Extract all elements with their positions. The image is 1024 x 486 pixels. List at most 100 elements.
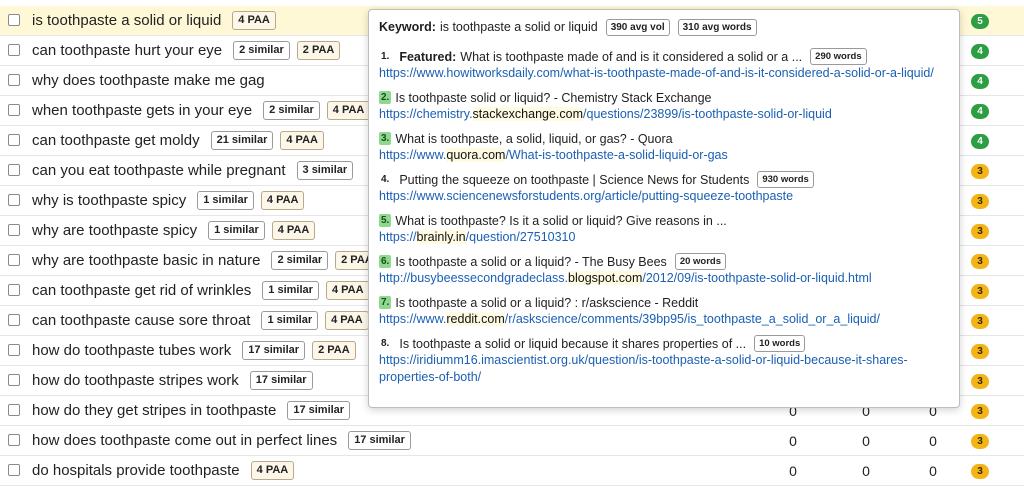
result-title-line: 8. Is toothpaste a solid or liquid becaus…	[379, 335, 949, 352]
paa-badge[interactable]: 4 PAA	[326, 101, 371, 120]
keyword-text[interactable]: can toothpaste cause sore throat	[32, 312, 250, 329]
keyword-text[interactable]: why are toothpaste spicy	[32, 222, 197, 239]
url-prefix: https://www.howitworksdaily.com/what-is-…	[379, 66, 934, 80]
similar-badge[interactable]: 21 similar	[210, 131, 274, 150]
difficulty-score-badge: 4	[971, 44, 989, 59]
row-checkbox[interactable]	[8, 164, 20, 176]
paa-badge[interactable]: 4 PAA	[325, 281, 370, 300]
keyword-text[interactable]: can toothpaste get rid of wrinkles	[32, 282, 251, 299]
keyword-cell: why is toothpaste spicy 1 similar 4 PAA	[32, 186, 305, 215]
similar-badge[interactable]: 3 similar	[296, 161, 354, 180]
url-prefix: https://	[379, 230, 417, 244]
url-prefix: https://www.	[379, 148, 447, 162]
similar-badge[interactable]: 1 similar	[197, 191, 254, 210]
paa-badge[interactable]: 2 PAA	[312, 341, 356, 360]
row-checkbox[interactable]	[8, 284, 20, 296]
popup-keyword: is toothpaste a solid or liquid	[439, 20, 598, 34]
result-title-line: 4. Putting the squeeze on toothpaste | Sc…	[379, 171, 949, 188]
similar-badge[interactable]: 2 similar	[233, 41, 290, 60]
result-rank: 3.	[379, 132, 392, 145]
result-title: Is toothpaste a solid or a liquid? - The…	[395, 254, 667, 269]
similar-badge[interactable]: 17 similar	[348, 431, 411, 450]
row-checkbox[interactable]	[8, 194, 20, 206]
row-checkbox[interactable]	[8, 134, 20, 146]
keyword-text[interactable]: why does toothpaste make me gag	[32, 72, 265, 89]
result-url-link[interactable]: https://chemistry.stackexchange.com/ques…	[379, 106, 949, 123]
result-title: Is toothpaste a solid or a liquid? : r/a…	[395, 295, 699, 310]
result-url-link[interactable]: https://brainly.in/question/27510310	[379, 229, 949, 246]
similar-badge[interactable]: 17 similar	[287, 401, 351, 420]
result-url-link[interactable]: https://www.quora.com/What-is-toothpaste…	[379, 147, 949, 164]
paa-badge[interactable]: 4 PAA	[250, 461, 295, 480]
keyword-text[interactable]: why is toothpaste spicy	[32, 192, 186, 209]
paa-badge[interactable]: 4 PAA	[280, 131, 324, 150]
metric-value: 0	[929, 433, 937, 449]
result-title-line: 2. Is toothpaste solid or liquid? - Chemi…	[379, 89, 949, 106]
keyword-text[interactable]: can you eat toothpaste while pregnant	[32, 162, 286, 179]
keyword-text[interactable]: do hospitals provide toothpaste	[32, 462, 240, 479]
metric-value: 0	[929, 463, 937, 479]
keyword-cell: how does toothpaste come out in perfect …	[32, 426, 411, 455]
difficulty-score-badge: 3	[971, 194, 989, 209]
keyword-text[interactable]: how do toothpaste stripes work	[32, 372, 239, 389]
paa-badge[interactable]: 4 PAA	[260, 191, 305, 210]
difficulty-score-badge: 4	[971, 74, 989, 89]
row-checkbox[interactable]	[8, 14, 20, 26]
keyword-text[interactable]: is toothpaste a solid or liquid	[32, 12, 221, 29]
similar-badge[interactable]: 1 similar	[262, 281, 319, 300]
keyword-text[interactable]: can toothpaste get moldy	[32, 132, 200, 149]
result-url-link[interactable]: https://www.howitworksdaily.com/what-is-…	[379, 65, 949, 82]
keyword-row[interactable]: do hospitals provide toothpaste 4 PAA 0 0 0 3	[0, 456, 1024, 486]
keyword-text[interactable]: how do they get stripes in toothpaste	[32, 402, 276, 419]
similar-badge[interactable]: 1 similar	[208, 221, 265, 240]
paa-badge[interactable]: 2 PAA	[296, 41, 341, 60]
keyword-text[interactable]: how do toothpaste tubes work	[32, 342, 231, 359]
keyword-cell: do hospitals provide toothpaste 4 PAA	[32, 456, 295, 485]
url-prefix: https://chemistry.	[379, 107, 473, 121]
row-checkbox[interactable]	[8, 254, 20, 266]
row-checkbox[interactable]	[8, 374, 20, 386]
row-checkbox[interactable]	[8, 464, 20, 476]
row-checkbox[interactable]	[8, 74, 20, 86]
result-url-link[interactable]: http://busybeessecondgradeclass.blogspot…	[379, 270, 949, 287]
url-path: /questions/23899/is-toothpaste-solid-or-…	[583, 107, 832, 121]
row-checkbox[interactable]	[8, 434, 20, 446]
row-checkbox[interactable]	[8, 404, 20, 416]
row-checkbox[interactable]	[8, 224, 20, 236]
similar-badge[interactable]: 1 similar	[261, 311, 319, 330]
keyword-text[interactable]: why are toothpaste basic in nature	[32, 252, 260, 269]
serp-result: 1. Featured: What is toothpaste made of an…	[379, 48, 949, 82]
result-url-link[interactable]: https://www.sciencenewsforstudents.org/a…	[379, 188, 949, 205]
keyword-cell: why does toothpaste make me gag	[32, 66, 265, 95]
result-title: What is toothpaste made of and is it con…	[460, 49, 803, 64]
row-checkbox[interactable]	[8, 104, 20, 116]
similar-badge[interactable]: 2 similar	[263, 101, 320, 120]
keyword-cell: can toothpaste get moldy 21 similar 4 PAA	[32, 126, 324, 155]
paa-badge[interactable]: 4 PAA	[271, 221, 316, 240]
word-count-badge: 930 words	[757, 171, 814, 188]
paa-badge[interactable]: 4 PAA	[232, 11, 276, 30]
result-rank: 8.	[381, 338, 390, 349]
keyword-cell: is toothpaste a solid or liquid 4 PAA	[32, 6, 276, 35]
keyword-text[interactable]: when toothpaste gets in your eye	[32, 102, 252, 119]
difficulty-score-badge: 3	[971, 404, 989, 419]
serp-result: 7. Is toothpaste a solid or a liquid? : r…	[379, 294, 949, 328]
similar-badge[interactable]: 2 similar	[271, 251, 329, 270]
keyword-cell: how do toothpaste tubes work 17 similar 2 …	[32, 336, 356, 365]
keyword-text[interactable]: how does toothpaste come out in perfect …	[32, 432, 337, 449]
difficulty-score-badge: 3	[971, 374, 989, 389]
row-checkbox[interactable]	[8, 344, 20, 356]
metric-value: 0	[862, 433, 870, 449]
row-checkbox[interactable]	[8, 314, 20, 326]
result-url-link[interactable]: https://www.reddit.com/r/askscience/comm…	[379, 311, 949, 328]
url-prefix: https://www.sciencenewsforstudents.org/a…	[379, 189, 794, 203]
keyword-row[interactable]: how does toothpaste come out in perfect …	[0, 426, 1024, 456]
similar-badge[interactable]: 17 similar	[242, 341, 306, 360]
paa-badge[interactable]: 4 PAA	[325, 311, 369, 330]
row-checkbox[interactable]	[8, 44, 20, 56]
word-count-badge: 20 words	[674, 253, 726, 270]
keyword-text[interactable]: can toothpaste hurt your eye	[32, 42, 222, 59]
similar-badge[interactable]: 17 similar	[249, 371, 313, 390]
result-url-link[interactable]: https://iridiumm16.imascientist.org.uk/q…	[379, 352, 949, 386]
keyword-cell: how do they get stripes in toothpaste 17 …	[32, 396, 351, 425]
